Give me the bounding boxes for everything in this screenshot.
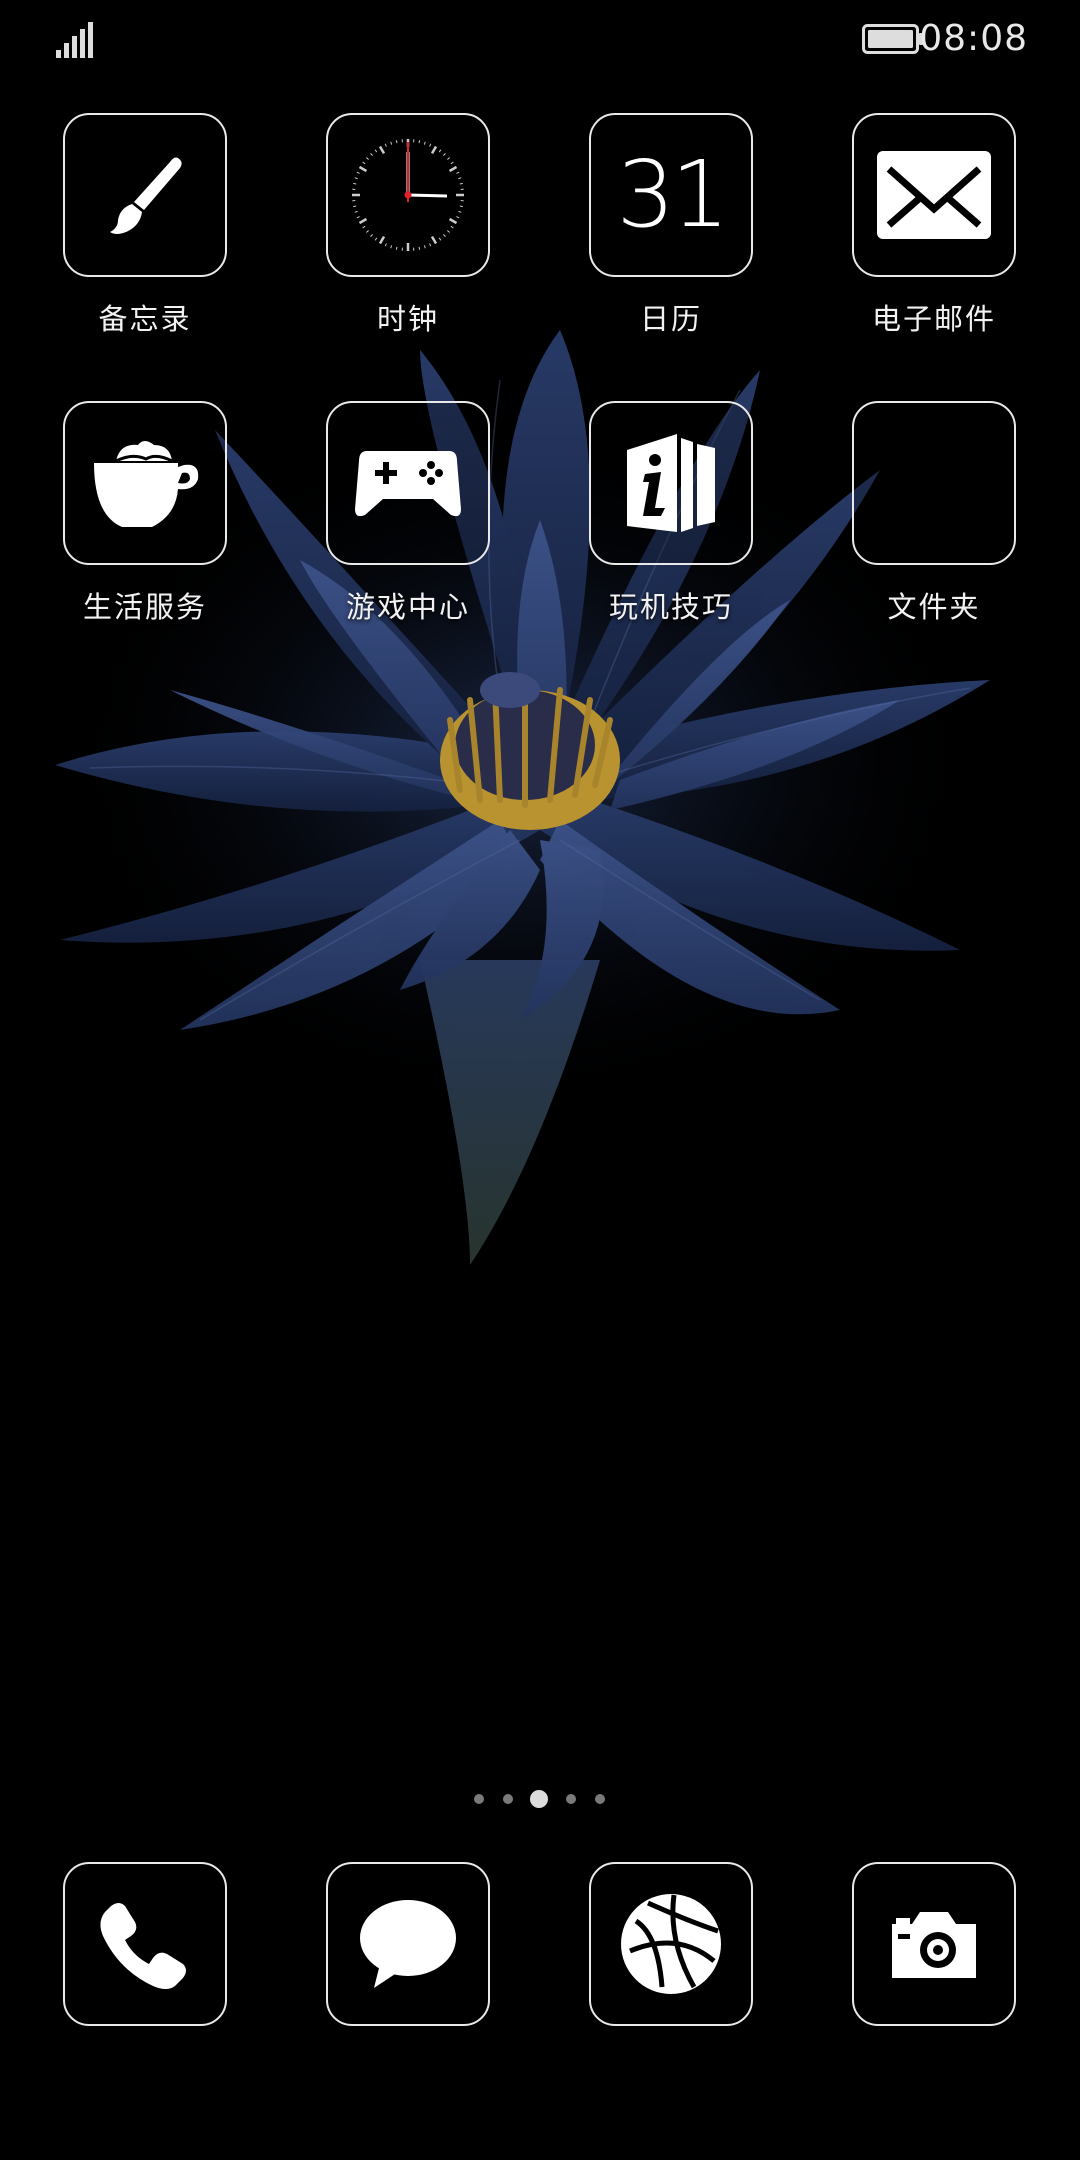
dock-tile[interactable] bbox=[63, 1862, 227, 2026]
page-dot[interactable] bbox=[595, 1794, 605, 1804]
app-life-services[interactable]: 生活服务 bbox=[35, 401, 255, 627]
clock-tick bbox=[353, 182, 357, 185]
clock-tick bbox=[459, 205, 463, 208]
envelope-icon bbox=[877, 151, 991, 239]
clock-tick bbox=[459, 182, 463, 185]
app-game-center[interactable]: 游戏中心 bbox=[298, 401, 518, 627]
app-label: 日历 bbox=[639, 302, 702, 336]
page-dot[interactable] bbox=[566, 1794, 576, 1804]
app-label: 备忘录 bbox=[98, 302, 192, 336]
app-email[interactable]: 电子邮件 bbox=[824, 113, 1044, 339]
browser-globe-icon bbox=[621, 1894, 721, 1994]
page-dot-active[interactable] bbox=[530, 1790, 548, 1808]
app-tile[interactable] bbox=[589, 401, 753, 565]
dock-tile[interactable] bbox=[589, 1862, 753, 2026]
app-memo[interactable]: 备忘录 bbox=[35, 113, 255, 339]
dock-messages[interactable] bbox=[298, 1862, 518, 2026]
app-folder[interactable]: 文件夹 bbox=[824, 401, 1044, 627]
app-tile[interactable] bbox=[63, 401, 227, 565]
app-label: 生活服务 bbox=[82, 590, 207, 624]
message-bubble-icon bbox=[360, 1900, 456, 1988]
clock-tick bbox=[395, 246, 398, 250]
app-clock[interactable]: 时钟 bbox=[298, 113, 518, 339]
battery-icon bbox=[862, 24, 923, 54]
app-calendar[interactable]: 31 日历 bbox=[561, 113, 781, 339]
paintbrush-icon bbox=[110, 157, 182, 234]
app-tile[interactable] bbox=[326, 401, 490, 565]
dock-browser[interactable] bbox=[561, 1862, 781, 2026]
clock-tick bbox=[353, 205, 357, 208]
coffee-cup-icon bbox=[94, 441, 199, 527]
app-tile[interactable] bbox=[852, 113, 1016, 277]
app-label: 游戏中心 bbox=[345, 590, 470, 624]
calendar-day-number: 31 bbox=[616, 141, 729, 248]
page-dot[interactable] bbox=[474, 1794, 484, 1804]
page-indicator bbox=[0, 1787, 1080, 1811]
info-book-icon bbox=[627, 434, 715, 532]
clock-tick bbox=[395, 140, 398, 144]
clock-tick bbox=[418, 246, 421, 250]
clock-tick bbox=[418, 140, 421, 144]
app-tile[interactable] bbox=[326, 113, 490, 277]
camera-icon bbox=[892, 1912, 976, 1978]
status-bar: 08:08 bbox=[0, 0, 1080, 80]
status-time: 08:08 bbox=[919, 18, 1028, 59]
app-tile[interactable]: 31 bbox=[589, 113, 753, 277]
app-label: 文件夹 bbox=[887, 590, 981, 624]
signal-bars-icon bbox=[56, 22, 93, 58]
app-tile[interactable] bbox=[63, 113, 227, 277]
dock-camera[interactable] bbox=[824, 1862, 1044, 2026]
app-label: 玩机技巧 bbox=[608, 590, 733, 624]
phone-icon bbox=[100, 1903, 186, 1989]
clock-icon bbox=[348, 135, 468, 255]
dock-tile[interactable] bbox=[852, 1862, 1016, 2026]
gamepad-icon bbox=[355, 451, 461, 517]
dock-tile[interactable] bbox=[326, 1862, 490, 2026]
app-label: 电子邮件 bbox=[871, 302, 996, 336]
app-label: 时钟 bbox=[376, 302, 439, 336]
dock-phone[interactable] bbox=[35, 1862, 255, 2026]
folder-tile[interactable] bbox=[852, 401, 1016, 565]
app-tips[interactable]: 玩机技巧 bbox=[561, 401, 781, 627]
page-dot[interactable] bbox=[503, 1794, 513, 1804]
